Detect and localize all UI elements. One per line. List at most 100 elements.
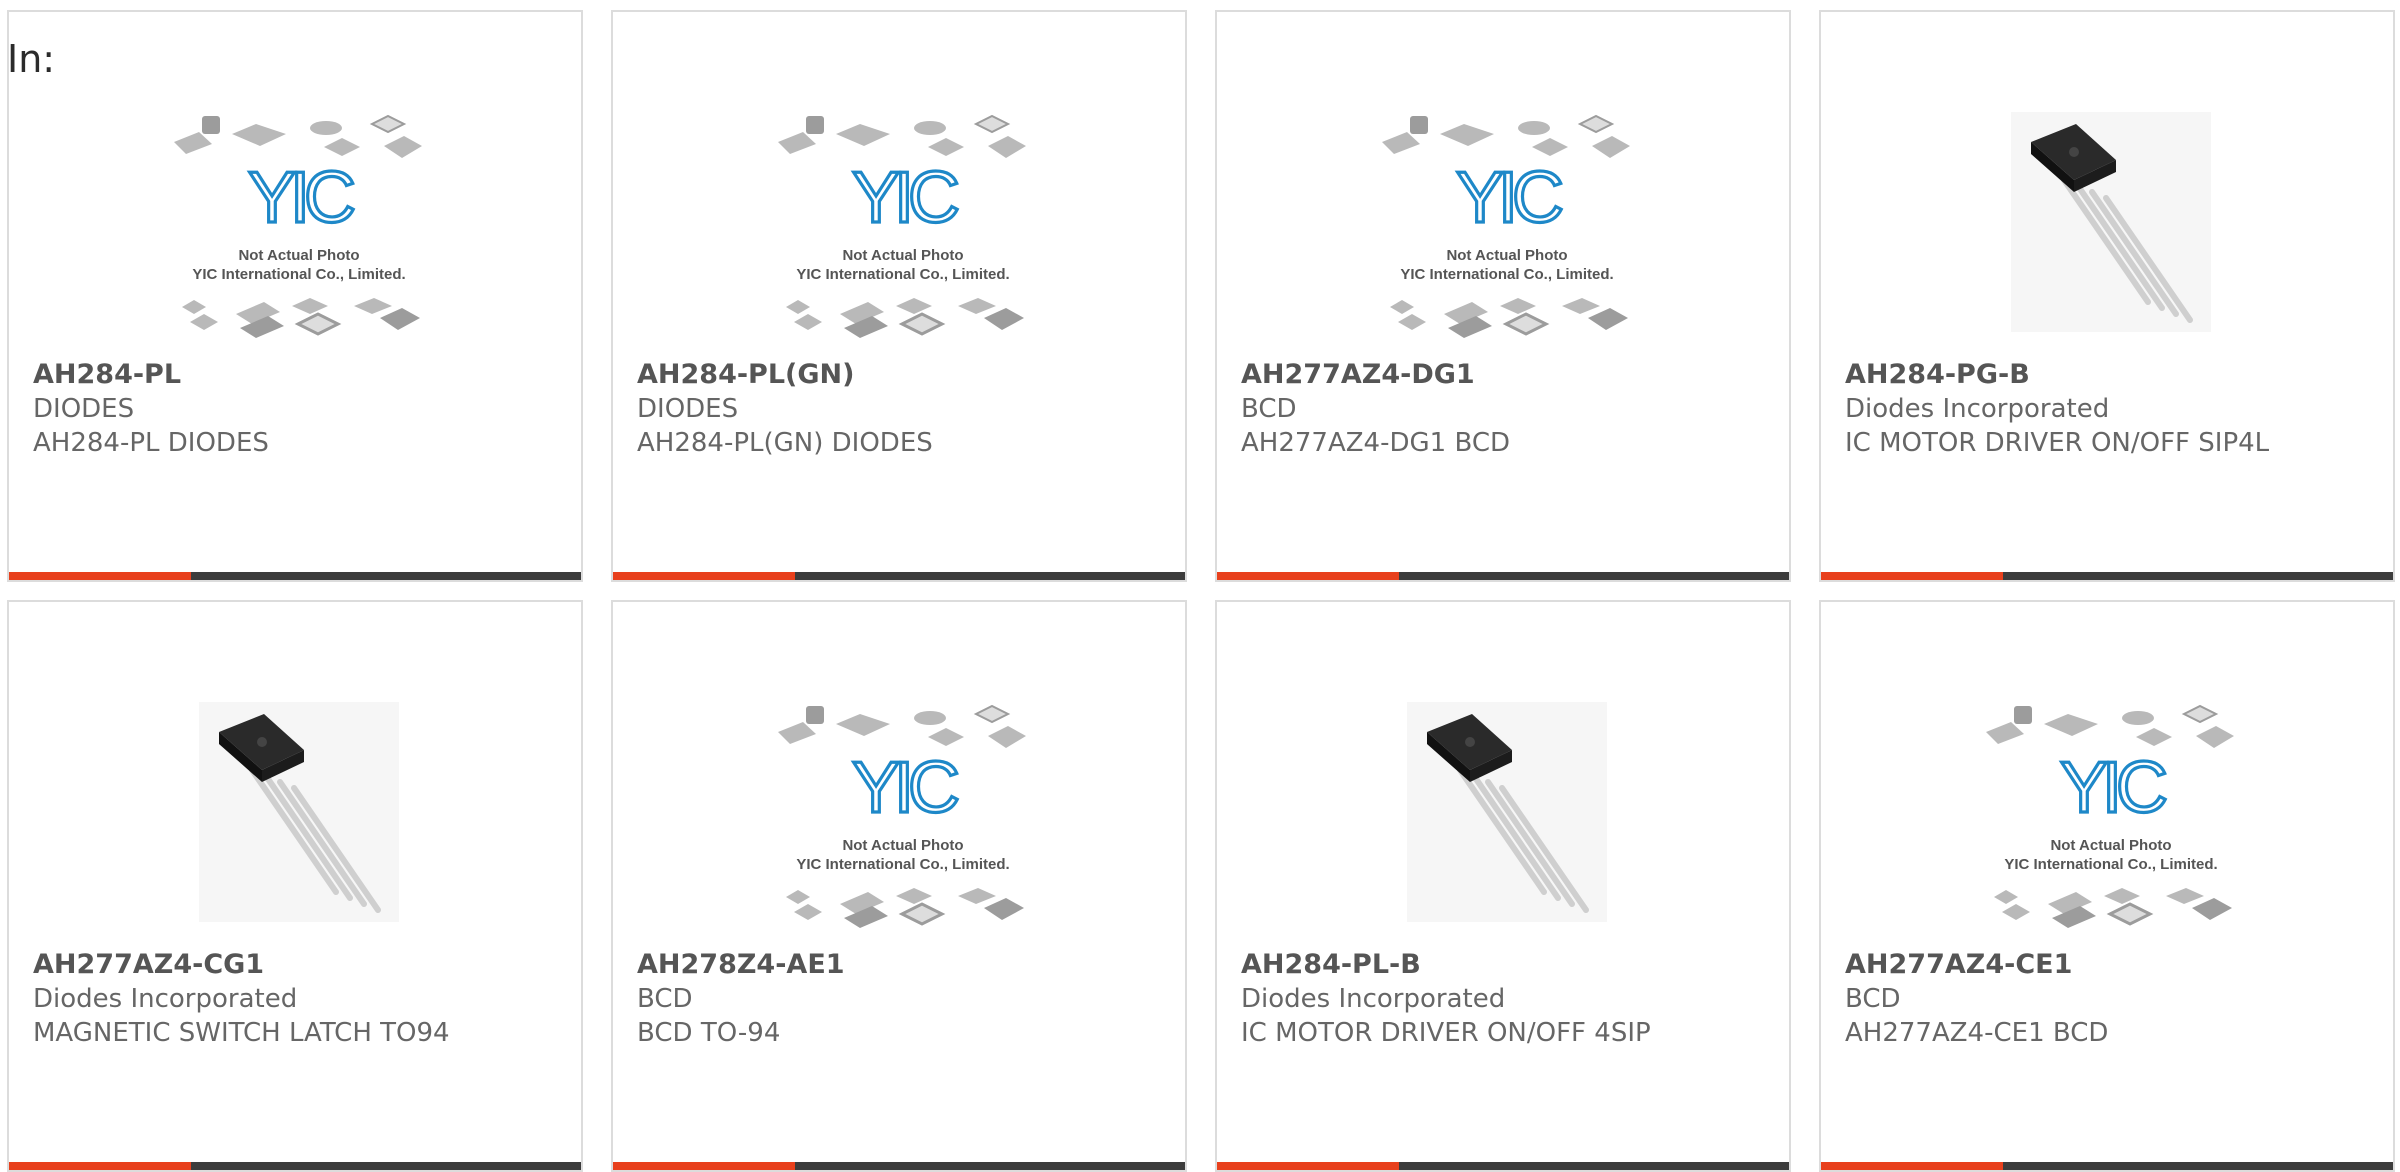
package-shape <box>1390 300 1414 314</box>
package-shape <box>988 726 1026 748</box>
manufacturer: Diodes Incorporated <box>33 984 298 1014</box>
chip-marker <box>257 737 267 747</box>
manufacturer: DIODES <box>637 394 739 424</box>
package-shape <box>1398 314 1426 330</box>
product-image <box>1976 102 2246 342</box>
package-shape <box>292 298 328 314</box>
package-shape <box>2136 728 2172 746</box>
package-shape <box>914 121 946 135</box>
description: AH284-PL DIODES <box>33 428 269 458</box>
package-shape <box>778 722 816 744</box>
package-shape <box>369 114 407 134</box>
placeholder-caption: YIC International Co., Limited. <box>192 266 405 283</box>
package-shape <box>2044 714 2098 736</box>
package-shape <box>190 314 218 330</box>
package-shape <box>778 132 816 154</box>
package-shape <box>786 890 810 904</box>
package-shape <box>2196 726 2234 748</box>
part-number: AH284-PL(GN) <box>637 359 855 390</box>
package-shape <box>794 314 822 330</box>
package-shape <box>806 116 824 134</box>
package-shape <box>2181 704 2219 724</box>
package-shape <box>1440 124 1494 146</box>
card-footer-bar <box>1821 572 2393 580</box>
package-shape <box>896 298 932 314</box>
placeholder-caption: Not Actual Photo <box>842 247 963 264</box>
package-shape <box>896 888 932 904</box>
package-shape <box>984 308 1024 330</box>
package-shape <box>2104 888 2140 904</box>
package-shape <box>2106 902 2154 926</box>
product-card[interactable]: YIC Not Actual Photo YIC International Co.… <box>611 10 1187 582</box>
placeholder-image: YIC Not Actual Photo YIC International Co.… <box>1382 114 1630 338</box>
card-footer-bar <box>9 572 581 580</box>
package-shape <box>2002 904 2030 920</box>
part-number: AH284-PG-B <box>1845 359 2030 390</box>
product-image: YIC Not Actual Photo YIC International Co.… <box>768 102 1038 342</box>
package-shape <box>806 706 824 724</box>
package-shape <box>1577 114 1615 134</box>
product-card[interactable]: YIC Not Actual Photo YIC International Co.… <box>1819 600 2395 1172</box>
card-footer-bar <box>1217 1162 1789 1170</box>
placeholder-caption: Not Actual Photo <box>842 837 963 854</box>
yic-logo: YIC <box>852 748 958 828</box>
placeholder-caption: Not Actual Photo <box>2050 837 2171 854</box>
product-card[interactable]: YIC Not Actual Photo YIC International Co.… <box>1215 10 1791 582</box>
package-shape <box>2014 706 2032 724</box>
package-shape <box>324 138 360 156</box>
chip-photo <box>199 702 399 922</box>
package-shape <box>836 124 890 146</box>
placeholder-caption: YIC International Co., Limited. <box>796 856 1009 873</box>
manufacturer: BCD <box>1845 984 1901 1014</box>
yic-logo: YIC <box>852 158 958 238</box>
description: IC MOTOR DRIVER ON/OFF SIP4L <box>1845 428 2270 458</box>
chip-marker <box>1465 737 1475 747</box>
package-shape <box>898 312 946 336</box>
placeholder-caption: Not Actual Photo <box>1446 247 1567 264</box>
yic-logo: YIC <box>1456 158 1562 238</box>
manufacturer: DIODES <box>33 394 135 424</box>
chip-photo <box>2011 112 2211 332</box>
product-card[interactable]: YIC Not Actual Photo YIC International Co.… <box>611 600 1187 1172</box>
placeholder-caption: YIC International Co., Limited. <box>2004 856 2217 873</box>
product-image: YIC Not Actual Photo YIC International Co.… <box>1372 102 1642 342</box>
product-image: YIC Not Actual Photo YIC International Co.… <box>768 692 1038 932</box>
manufacturer: Diodes Incorporated <box>1241 984 1506 1014</box>
yic-logo: YIC <box>2060 748 2166 828</box>
package-shape <box>310 121 342 135</box>
package-shape <box>1562 298 1600 314</box>
package-shape <box>836 714 890 736</box>
package-shape <box>786 300 810 314</box>
placeholder-image: YIC Not Actual Photo YIC International Co.… <box>778 114 1026 338</box>
package-shape <box>232 124 286 146</box>
package-shape <box>1410 116 1428 134</box>
product-card[interactable]: YIC Not Actual Photo YIC International Co.… <box>7 10 583 582</box>
package-shape <box>1502 312 1550 336</box>
part-number: AH277AZ4-CE1 <box>1845 949 2073 980</box>
package-shape <box>988 136 1026 158</box>
product-card[interactable]: AH284-PG-B Diodes Incorporated IC MOTOR … <box>1819 10 2395 582</box>
package-shape <box>354 298 392 314</box>
package-shape <box>928 138 964 156</box>
package-shape <box>1588 308 1628 330</box>
part-number: AH278Z4-AE1 <box>637 949 845 980</box>
description: IC MOTOR DRIVER ON/OFF 4SIP <box>1241 1018 1651 1048</box>
package-shape <box>794 904 822 920</box>
description: AH284-PL(GN) DIODES <box>637 428 933 458</box>
chip-marker <box>2069 147 2079 157</box>
package-shape <box>1382 132 1420 154</box>
package-shape <box>384 136 422 158</box>
placeholder-image: YIC Not Actual Photo YIC International Co.… <box>174 114 422 338</box>
description: BCD TO-94 <box>637 1018 781 1048</box>
package-shape <box>380 308 420 330</box>
card-footer-bar <box>9 1162 581 1170</box>
product-card[interactable]: AH277AZ4-CG1 Diodes Incorporated MAGNETI… <box>7 600 583 1172</box>
card-footer-bar <box>1217 572 1789 580</box>
package-shape <box>958 298 996 314</box>
package-shape <box>898 902 946 926</box>
package-shape <box>1532 138 1568 156</box>
placeholder-caption: YIC International Co., Limited. <box>1400 266 1613 283</box>
placeholder-caption: Not Actual Photo <box>238 247 359 264</box>
product-card[interactable]: AH284-PL-B Diodes Incorporated IC MOTOR … <box>1215 600 1791 1172</box>
description: AH277AZ4-CE1 BCD <box>1845 1018 2109 1048</box>
